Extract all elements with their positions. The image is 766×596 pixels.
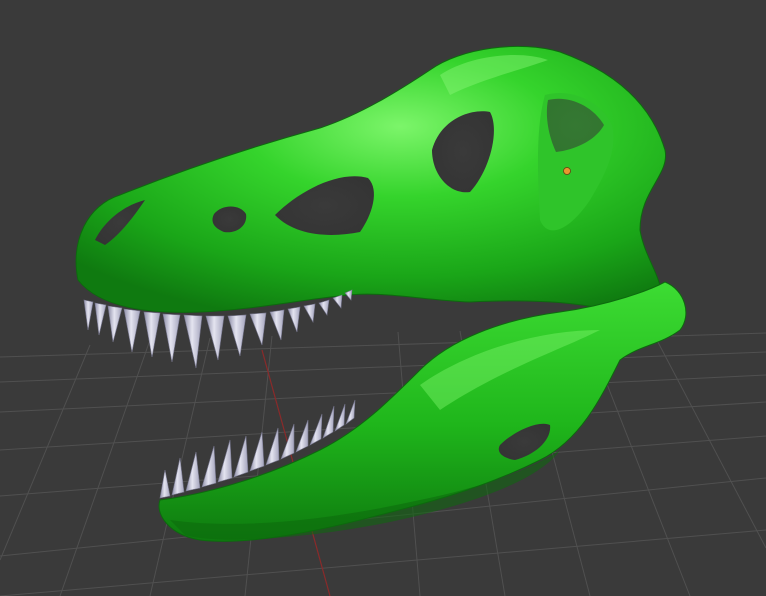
viewport-canvas[interactable]	[0, 0, 766, 596]
3d-viewport[interactable]	[0, 0, 766, 596]
trex-skull-model[interactable]	[75, 45, 667, 314]
origin-marker[interactable]	[563, 167, 571, 175]
